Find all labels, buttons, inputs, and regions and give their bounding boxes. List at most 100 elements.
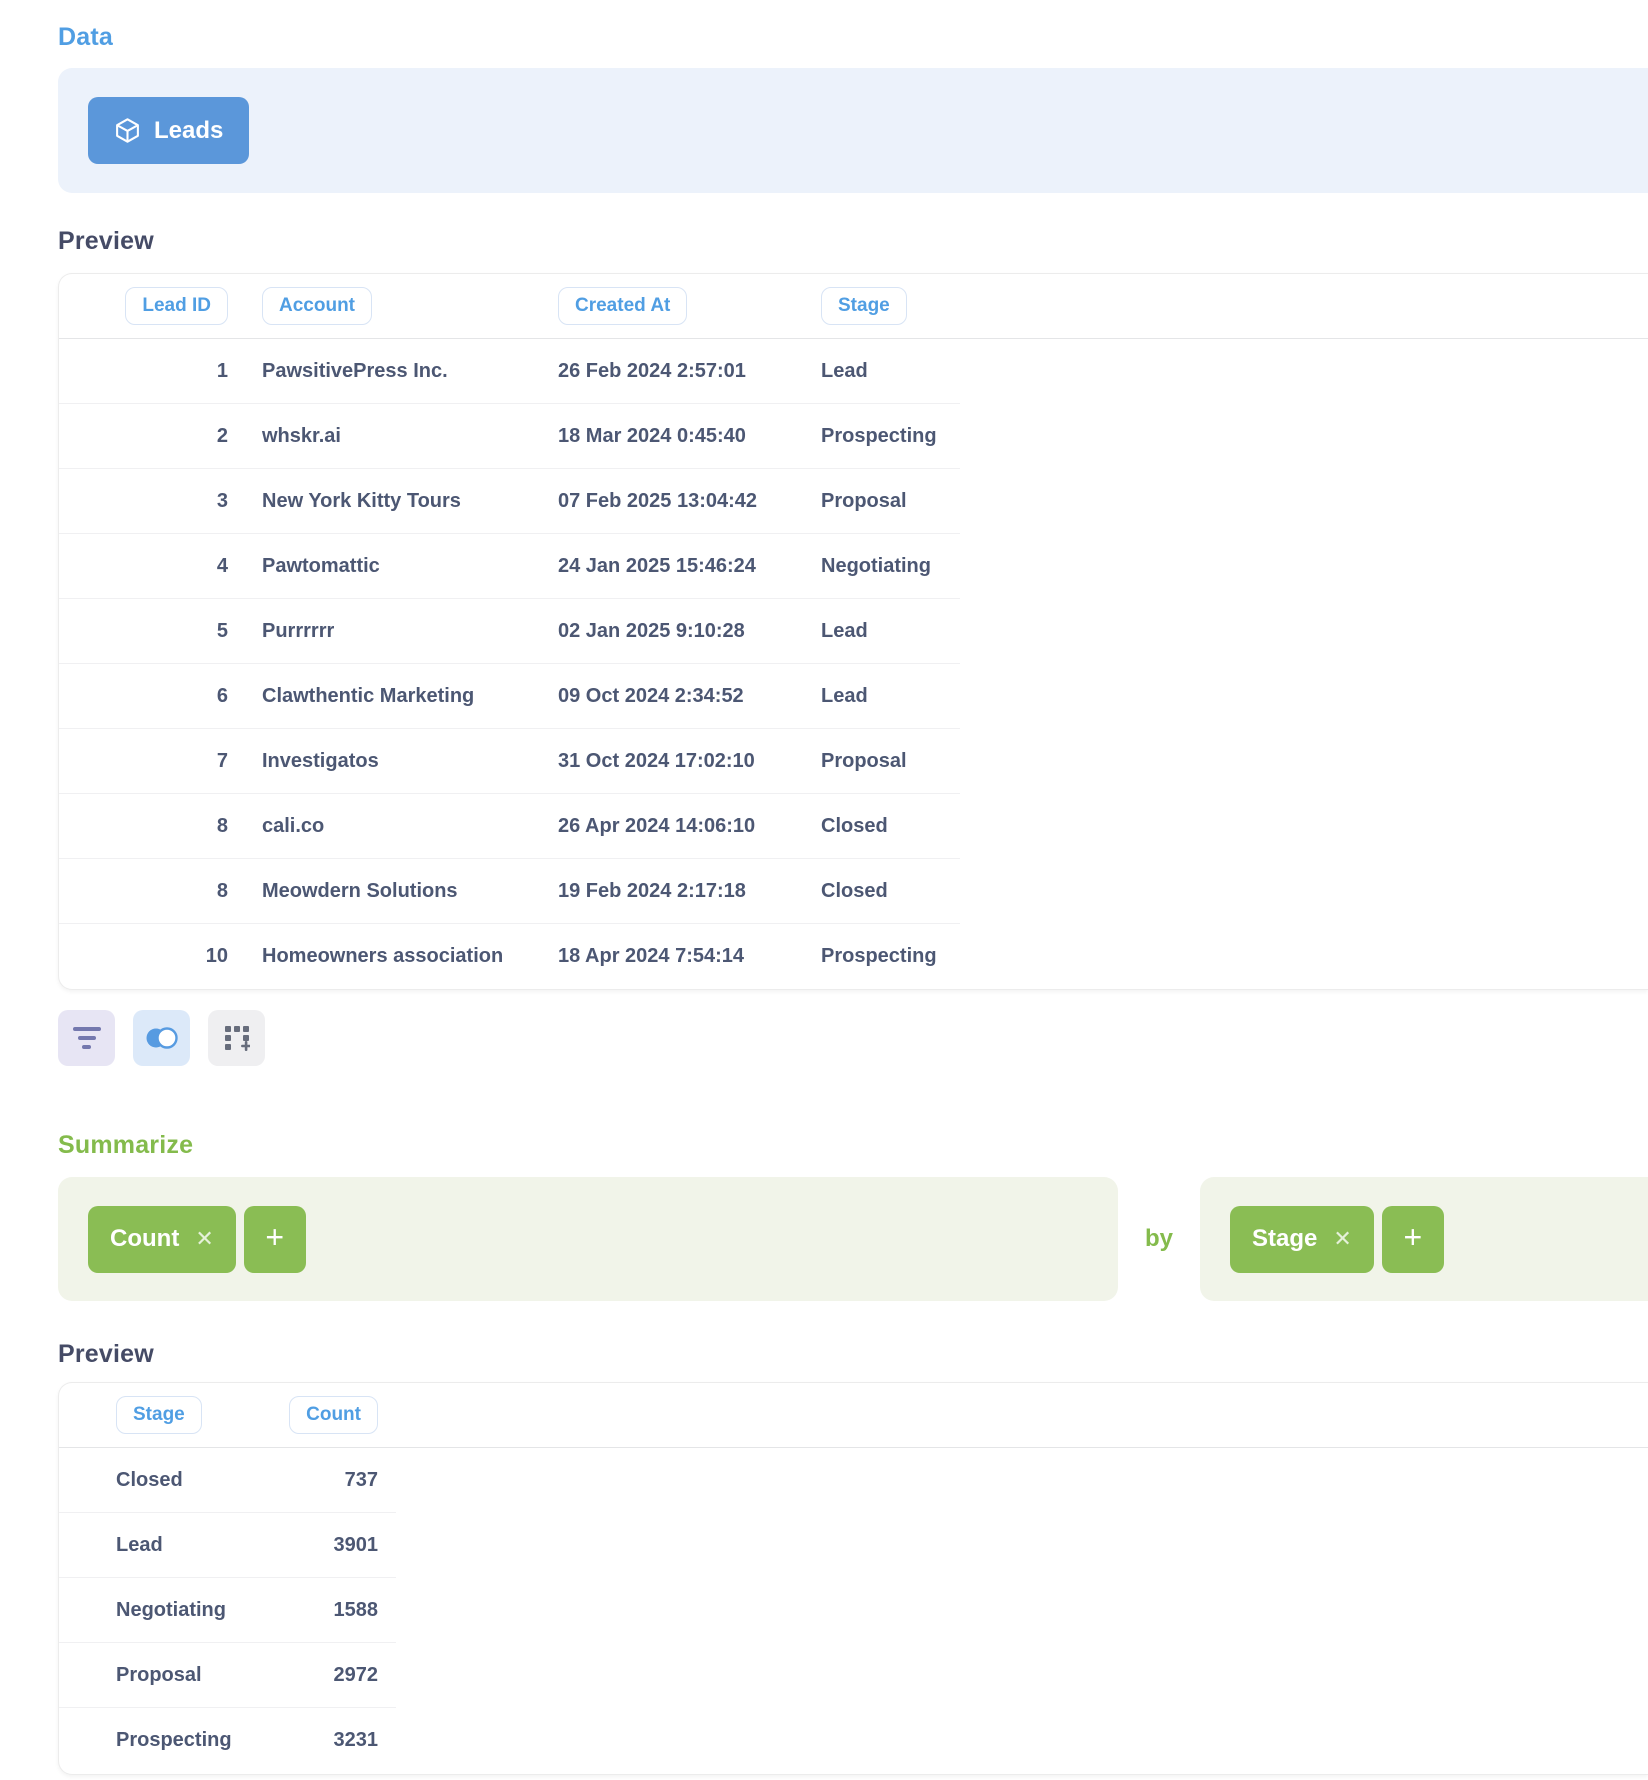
filter-button[interactable] xyxy=(58,1010,115,1066)
cell-lead-id: 10 xyxy=(206,945,228,968)
breakout-panel: Stage ✕ + xyxy=(1200,1177,1648,1301)
table-row: 8 Meowdern Solutions 19 Feb 2024 2:17:18… xyxy=(59,859,960,924)
cell-stage: Prospecting xyxy=(59,1729,236,1752)
data-section-title: Data xyxy=(58,23,1648,52)
summary-table-card: Stage Count Closed 737 Lead 3901 Negotia… xyxy=(58,1382,1648,1775)
cell-stage: Lead xyxy=(821,620,960,643)
table-row: 1 PawsitivePress Inc. 26 Feb 2024 2:57:0… xyxy=(59,339,960,404)
cell-stage: Negotiating xyxy=(821,555,960,578)
summary-preview-title: Preview xyxy=(58,1340,1648,1369)
cell-created-at: 07 Feb 2025 13:04:42 xyxy=(558,490,821,513)
column-header-stage[interactable]: Stage xyxy=(116,1396,202,1434)
table-row: 4 Pawtomattic 24 Jan 2025 15:46:24 Negot… xyxy=(59,534,960,599)
query-builder-page: Data Leads Preview Lead ID Account Creat… xyxy=(0,23,1648,1775)
cell-account: cali.co xyxy=(228,815,558,838)
cell-created-at: 19 Feb 2024 2:17:18 xyxy=(558,880,821,903)
plus-icon: + xyxy=(265,1219,284,1256)
summary-row: Negotiating 1588 xyxy=(59,1578,396,1643)
summary-row: Closed 737 xyxy=(59,1448,396,1513)
by-label: by xyxy=(1145,1225,1173,1253)
cell-lead-id: 4 xyxy=(217,555,228,578)
cell-account: New York Kitty Tours xyxy=(228,490,558,513)
cell-stage: Proposal xyxy=(821,490,960,513)
cell-stage: Proposal xyxy=(821,750,960,773)
cell-created-at: 18 Apr 2024 7:54:14 xyxy=(558,945,821,968)
cell-created-at: 09 Oct 2024 2:34:52 xyxy=(558,685,821,708)
custom-column-icon xyxy=(224,1025,250,1051)
cell-account: PawsitivePress Inc. xyxy=(228,360,558,383)
data-panel: Leads xyxy=(58,68,1648,193)
cell-lead-id: 2 xyxy=(217,425,228,448)
cell-account: Homeowners association xyxy=(228,945,558,968)
summary-row: Proposal 2972 xyxy=(59,1643,396,1708)
table-row: 5 Purrrrrr 02 Jan 2025 9:10:28 Lead xyxy=(59,599,960,664)
cell-created-at: 24 Jan 2025 15:46:24 xyxy=(558,555,821,578)
join-data-button[interactable] xyxy=(133,1010,190,1066)
cell-stage: Closed xyxy=(821,880,960,903)
cell-stage: Closed xyxy=(821,815,960,838)
cell-account: Meowdern Solutions xyxy=(228,880,558,903)
cell-lead-id: 8 xyxy=(217,880,228,903)
preview-table-header: Lead ID Account Created At Stage xyxy=(59,274,1648,339)
remove-breakout-icon[interactable]: ✕ xyxy=(1333,1226,1351,1252)
cell-count: 3901 xyxy=(334,1534,379,1557)
table-row: 3 New York Kitty Tours 07 Feb 2025 13:04… xyxy=(59,469,960,534)
table-row: 10 Homeowners association 18 Apr 2024 7:… xyxy=(59,924,960,989)
aggregation-label: Count xyxy=(110,1225,179,1253)
cell-lead-id: 3 xyxy=(217,490,228,513)
summary-row: Prospecting 3231 xyxy=(59,1708,396,1773)
preview-title: Preview xyxy=(58,227,1648,256)
cell-stage: Lead xyxy=(821,360,960,383)
cell-stage: Closed xyxy=(59,1469,236,1492)
table-row: 7 Investigatos 31 Oct 2024 17:02:10 Prop… xyxy=(59,729,960,794)
breakout-button[interactable]: Stage ✕ xyxy=(1230,1206,1374,1273)
preview-table-card: Lead ID Account Created At Stage 1 Pawsi… xyxy=(58,273,1648,990)
table-row: 2 whskr.ai 18 Mar 2024 0:45:40 Prospecti… xyxy=(59,404,960,469)
summarize-row: Count ✕ + by Stage ✕ + xyxy=(58,1177,1648,1301)
cell-stage: Lead xyxy=(821,685,960,708)
aggregation-button[interactable]: Count ✕ xyxy=(88,1206,236,1273)
cell-created-at: 18 Mar 2024 0:45:40 xyxy=(558,425,821,448)
cell-created-at: 02 Jan 2025 9:10:28 xyxy=(558,620,821,643)
summary-table-header: Stage Count xyxy=(59,1383,1648,1448)
remove-aggregation-icon[interactable]: ✕ xyxy=(195,1226,213,1252)
table-row: 6 Clawthentic Marketing 09 Oct 2024 2:34… xyxy=(59,664,960,729)
cell-count: 3231 xyxy=(334,1729,379,1752)
column-header-count[interactable]: Count xyxy=(289,1396,378,1434)
cell-account: Investigatos xyxy=(228,750,558,773)
summary-row: Lead 3901 xyxy=(59,1513,396,1578)
cell-count: 737 xyxy=(345,1469,378,1492)
add-breakout-button[interactable]: + xyxy=(1382,1206,1444,1273)
cell-stage: Negotiating xyxy=(59,1599,236,1622)
add-aggregation-button[interactable]: + xyxy=(244,1206,306,1273)
cell-account: Purrrrrr xyxy=(228,620,558,643)
summarize-section-title: Summarize xyxy=(58,1131,1648,1160)
data-source-button[interactable]: Leads xyxy=(88,97,249,164)
column-header-account[interactable]: Account xyxy=(262,287,372,325)
cell-lead-id: 8 xyxy=(217,815,228,838)
cell-account: Clawthentic Marketing xyxy=(228,685,558,708)
custom-column-button[interactable] xyxy=(208,1010,265,1066)
column-header-stage[interactable]: Stage xyxy=(821,287,907,325)
aggregation-panel: Count ✕ + xyxy=(58,1177,1118,1301)
cell-count: 2972 xyxy=(334,1664,379,1687)
cube-icon xyxy=(114,117,141,144)
cell-lead-id: 6 xyxy=(217,685,228,708)
cell-account: whskr.ai xyxy=(228,425,558,448)
cell-created-at: 31 Oct 2024 17:02:10 xyxy=(558,750,821,773)
cell-stage: Lead xyxy=(59,1534,236,1557)
cell-lead-id: 1 xyxy=(217,360,228,383)
cell-stage: Prospecting xyxy=(821,945,960,968)
cell-stage: Proposal xyxy=(59,1664,236,1687)
query-actions-row xyxy=(58,1010,1648,1066)
plus-icon: + xyxy=(1403,1219,1422,1256)
column-header-lead-id[interactable]: Lead ID xyxy=(125,287,228,325)
breakout-label: Stage xyxy=(1252,1225,1317,1253)
cell-created-at: 26 Feb 2024 2:57:01 xyxy=(558,360,821,383)
filter-icon xyxy=(73,1027,101,1049)
data-source-label: Leads xyxy=(154,117,223,145)
cell-lead-id: 5 xyxy=(217,620,228,643)
cell-created-at: 26 Apr 2024 14:06:10 xyxy=(558,815,821,838)
column-header-created-at[interactable]: Created At xyxy=(558,287,687,325)
cell-lead-id: 7 xyxy=(217,750,228,773)
